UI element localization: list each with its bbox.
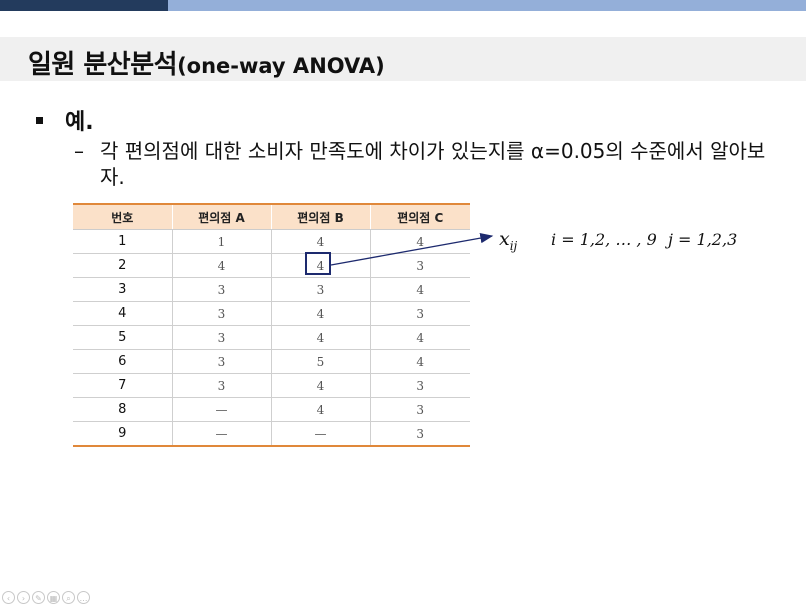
more-icon[interactable]: …: [77, 591, 90, 604]
prev-icon[interactable]: ‹: [2, 591, 15, 604]
formula-subscript: ij: [509, 238, 518, 253]
formula-symbol: x: [499, 228, 510, 250]
slideshow-nav: ‹ › ✎ ▦ ⌕ …: [2, 591, 90, 604]
slides-icon[interactable]: ▦: [47, 591, 60, 604]
pointer-arrow: [330, 232, 494, 266]
next-icon[interactable]: ›: [17, 591, 30, 604]
formula-xij: xij: [499, 228, 517, 253]
zoom-icon[interactable]: ⌕: [62, 591, 75, 604]
pen-icon[interactable]: ✎: [32, 591, 45, 604]
arrow-line: [330, 232, 494, 266]
formula-i-range: i = 1,2, … , 9: [551, 230, 657, 249]
formula-j-range: j = 1,2,3: [668, 230, 738, 249]
